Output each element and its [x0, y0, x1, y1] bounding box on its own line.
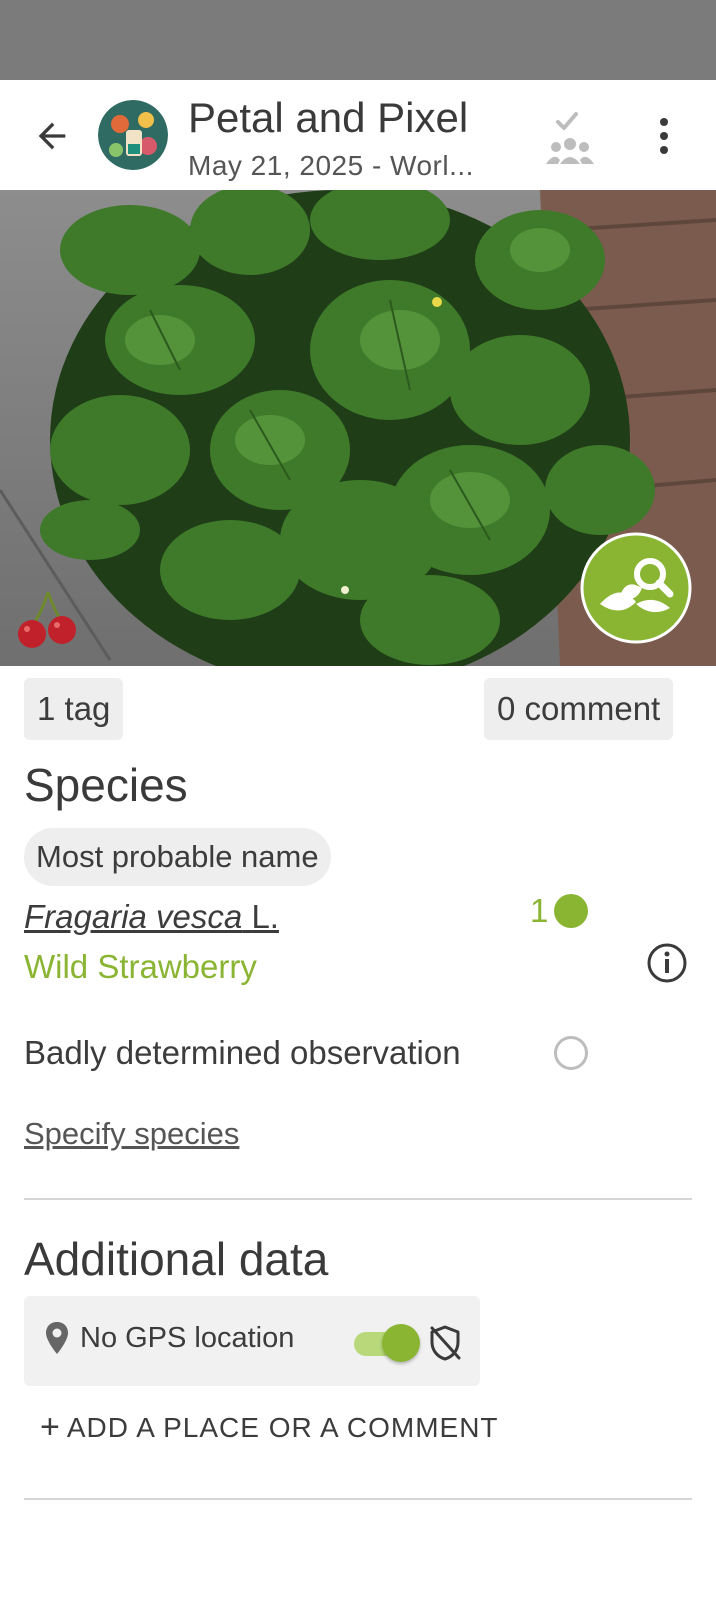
- avatar[interactable]: [98, 100, 168, 170]
- page-title: Petal and Pixel: [188, 94, 469, 141]
- observation-date-location: May 21, 2025 - Worl...: [188, 150, 474, 181]
- divider: [24, 1498, 692, 1500]
- common-name: Wild Strawberry: [24, 948, 257, 985]
- most-probable-name-label: Most probable name: [24, 828, 331, 886]
- badly-determined-radio[interactable]: [554, 1036, 588, 1070]
- validate-button[interactable]: [540, 100, 600, 170]
- more-options-button[interactable]: [644, 110, 684, 162]
- add-place-or-comment-button[interactable]: + ADD A PLACE OR A COMMENT: [40, 1408, 499, 1447]
- back-button[interactable]: [26, 110, 78, 162]
- additional-data-heading: Additional data: [24, 1233, 329, 1285]
- info-icon[interactable]: [646, 942, 688, 984]
- group-check-icon: [546, 112, 594, 164]
- specify-species-link[interactable]: Specify species: [24, 1116, 239, 1152]
- more-vertical-icon: [660, 118, 668, 154]
- species-heading: Species: [24, 759, 188, 811]
- add-place-label: ADD A PLACE OR A COMMENT: [66, 1411, 499, 1443]
- vote-dot[interactable]: [554, 894, 588, 928]
- leaf-search-icon: [580, 532, 692, 644]
- comments-chip[interactable]: 0 comment: [484, 678, 674, 740]
- plus-icon: +: [40, 1408, 61, 1446]
- cherry-icon: [16, 586, 82, 652]
- shield-off-icon[interactable]: [428, 1324, 462, 1362]
- scientific-name-link[interactable]: Fragaria vesca L.: [24, 898, 279, 936]
- identify-species-button[interactable]: [580, 532, 692, 644]
- gps-status-label: No GPS location: [80, 1322, 295, 1354]
- status-bar: [0, 0, 716, 80]
- scientific-author: L.: [251, 898, 279, 935]
- gps-location-box: No GPS location: [24, 1296, 480, 1386]
- scientific-name: Fragaria vesca: [24, 898, 243, 935]
- location-pin-icon: [46, 1322, 68, 1354]
- arrow-left-icon: [38, 122, 66, 150]
- gps-toggle[interactable]: [354, 1324, 420, 1362]
- app-bar: Petal and Pixel May 21, 2025 - Worl...: [0, 80, 716, 190]
- badly-determined-label: Badly determined observation: [24, 1034, 461, 1071]
- vote-count: 1: [530, 892, 549, 929]
- tags-chip[interactable]: 1 tag: [24, 678, 124, 740]
- divider: [24, 1198, 692, 1200]
